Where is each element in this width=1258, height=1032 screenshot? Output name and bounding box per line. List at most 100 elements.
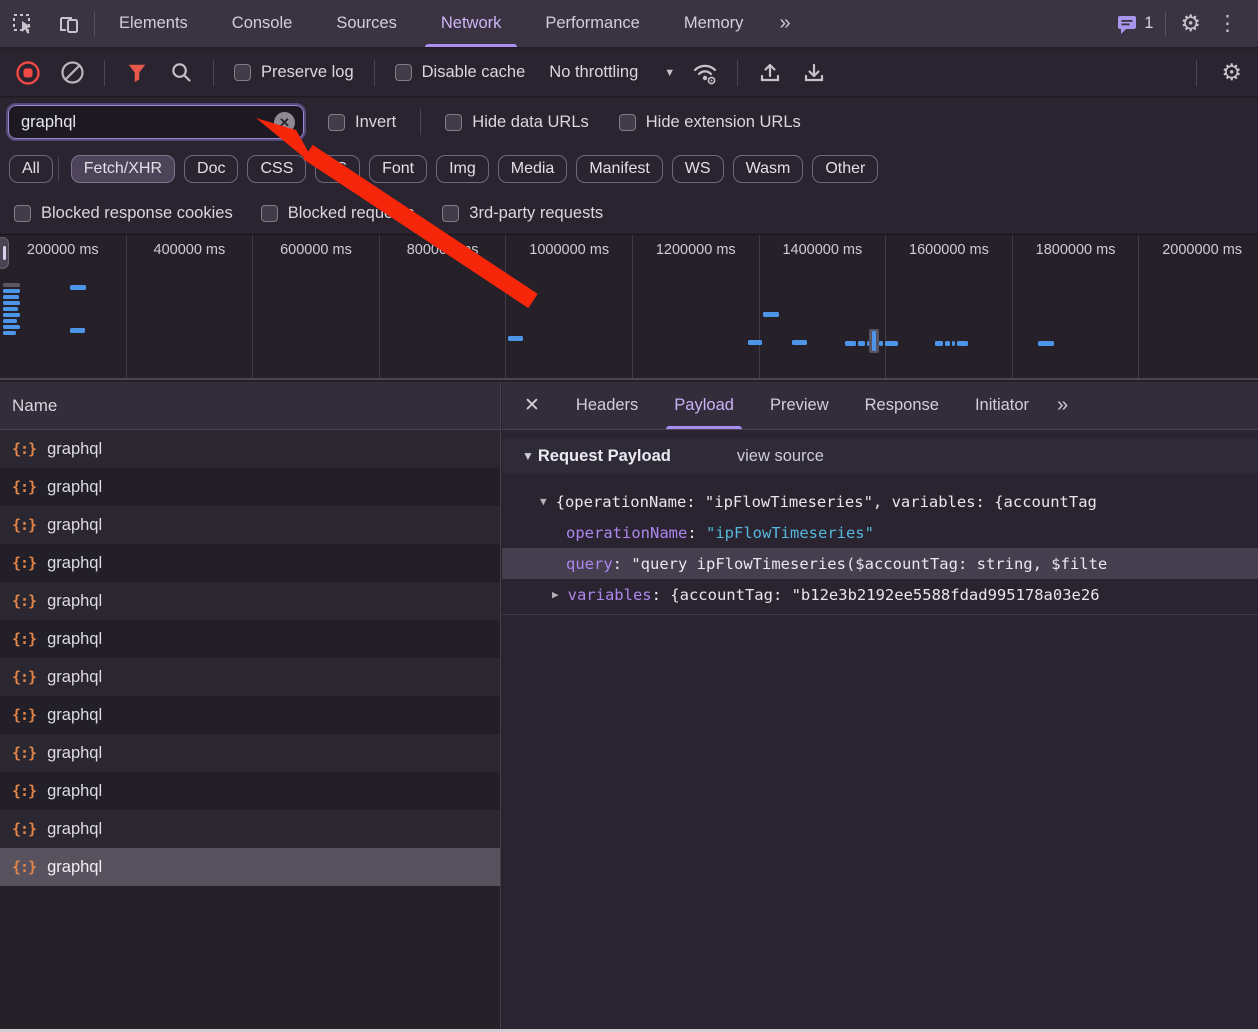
waterfall-bar	[508, 336, 523, 341]
filter-chip-ws[interactable]: WS	[672, 155, 724, 183]
import-har-icon[interactable]	[748, 61, 792, 85]
hide-data-urls-checkbox[interactable]: Hide data URLs	[445, 113, 588, 132]
checkbox[interactable]	[619, 114, 636, 131]
close-detail-icon[interactable]: ✕	[502, 382, 558, 429]
request-row[interactable]: {:}graphql	[0, 810, 500, 848]
checkbox[interactable]	[261, 205, 278, 222]
request-row[interactable]: {:}graphql	[0, 544, 500, 582]
more-detail-tabs-icon[interactable]: »	[1047, 382, 1076, 429]
checkbox[interactable]	[14, 205, 31, 222]
checkbox[interactable]	[234, 64, 251, 81]
waterfall-bar	[3, 307, 18, 311]
request-row[interactable]: {:}graphql	[0, 582, 500, 620]
request-row[interactable]: {:}graphql	[0, 772, 500, 810]
timeline-column: 2000000 ms	[1139, 235, 1258, 378]
expand-icon[interactable]: ▶	[552, 588, 559, 601]
checkbox[interactable]	[328, 114, 345, 131]
request-name: graphql	[47, 858, 102, 877]
request-type-chips: All Fetch/XHR Doc CSS JS Font Img Media Manifest…	[0, 146, 1258, 192]
filter-chip-wasm[interactable]: Wasm	[733, 155, 804, 183]
filter-chip-fetch-xhr[interactable]: Fetch/XHR	[71, 155, 175, 183]
filter-chip-font[interactable]: Font	[369, 155, 427, 183]
3rd-party-requests-checkbox[interactable]: 3rd-party requests	[442, 204, 603, 223]
waterfall-bar	[792, 340, 807, 345]
search-icon[interactable]	[159, 61, 203, 84]
filter-chip-manifest[interactable]: Manifest	[576, 155, 662, 183]
filter-chip-doc[interactable]: Doc	[184, 155, 238, 183]
divider	[1196, 60, 1197, 86]
waterfall-bar	[3, 313, 20, 317]
tab-console[interactable]: Console	[210, 0, 315, 47]
waterfall-bar	[3, 295, 19, 299]
filter-chip-js[interactable]: JS	[315, 155, 360, 183]
timeline-column: 800000 ms	[380, 235, 507, 378]
detail-tab-initiator[interactable]: Initiator	[957, 382, 1047, 429]
issues-icon[interactable]	[1116, 13, 1138, 35]
payload-line-1[interactable]: operationName: "ipFlowTimeseries"	[502, 517, 1258, 548]
detail-tab-response[interactable]: Response	[847, 382, 957, 429]
payload-line-3[interactable]: ▶variables: {accountTag: "b12e3b2192ee55…	[502, 579, 1258, 610]
filter-chip-other[interactable]: Other	[812, 155, 878, 183]
detail-tab-payload[interactable]: Payload	[656, 382, 752, 429]
network-settings-gear-icon[interactable]: ⚙	[1209, 59, 1258, 86]
preserve-log-checkbox[interactable]: Preserve log	[234, 63, 354, 82]
chevron-down-icon: ▼	[664, 67, 675, 79]
filter-icon[interactable]	[115, 62, 159, 84]
timeline-column: 1600000 ms	[886, 235, 1013, 378]
overview-left-grabber[interactable]	[0, 237, 9, 269]
request-payload-section[interactable]: ▼ Request Payload view source	[502, 438, 1258, 474]
checkbox[interactable]	[445, 114, 462, 131]
settings-gear-icon[interactable]: ⚙	[1168, 10, 1213, 37]
request-row[interactable]: {:}graphql	[0, 506, 500, 544]
kebab-menu-icon[interactable]: ⋮	[1213, 11, 1250, 36]
blocked-response-cookies-checkbox[interactable]: Blocked response cookies	[14, 204, 233, 223]
disable-cache-checkbox[interactable]: Disable cache	[395, 63, 526, 82]
tab-network[interactable]: Network	[419, 0, 524, 47]
blocked-requests-checkbox[interactable]: Blocked requests	[261, 204, 415, 223]
code-segment: "ipFlowTimeseries"	[706, 524, 874, 542]
tab-memory[interactable]: Memory	[662, 0, 766, 47]
request-row[interactable]: {:}graphql	[0, 734, 500, 772]
request-name: graphql	[47, 744, 102, 763]
request-detail-panel: ✕ HeadersPayloadPreviewResponseInitiator…	[502, 382, 1258, 1032]
payload-line-2[interactable]: query: "query ipFlowTimeseries($accountT…	[502, 548, 1258, 579]
clear-network-log-icon[interactable]	[50, 60, 94, 85]
request-row[interactable]: {:}graphql	[0, 696, 500, 734]
device-toolbar-icon[interactable]	[46, 0, 92, 47]
tab-performance[interactable]: Performance	[523, 0, 661, 47]
filter-input[interactable]	[8, 105, 304, 139]
payload-line-0[interactable]: ▼{operationName: "ipFlowTimeseries", var…	[502, 486, 1258, 517]
filter-chip-img[interactable]: Img	[436, 155, 489, 183]
more-panels-icon[interactable]: »	[765, 0, 802, 47]
detail-tab-preview[interactable]: Preview	[752, 382, 847, 429]
clear-filter-icon[interactable]: ✕	[274, 112, 295, 133]
collapse-icon[interactable]: ▼	[522, 449, 534, 463]
detail-tab-headers[interactable]: Headers	[558, 382, 656, 429]
tab-elements[interactable]: Elements	[97, 0, 210, 47]
view-source-link[interactable]: view source	[737, 447, 824, 466]
checkbox[interactable]	[395, 64, 412, 81]
waterfall-bar	[935, 341, 943, 346]
request-row[interactable]: {:}graphql	[0, 468, 500, 506]
filter-chip-css[interactable]: CSS	[247, 155, 306, 183]
checkbox[interactable]	[442, 205, 459, 222]
inspect-element-icon[interactable]	[0, 0, 46, 47]
request-row[interactable]: {:}graphql	[0, 658, 500, 696]
request-row[interactable]: {:}graphql	[0, 430, 500, 468]
export-har-icon[interactable]	[792, 61, 836, 85]
invert-checkbox[interactable]: Invert	[328, 113, 396, 132]
tab-sources[interactable]: Sources	[314, 0, 419, 47]
network-conditions-icon[interactable]	[683, 60, 727, 86]
filter-chip-media[interactable]: Media	[498, 155, 568, 183]
name-column-header[interactable]: Name	[0, 382, 500, 430]
collapse-icon[interactable]: ▼	[540, 495, 547, 508]
hide-extension-urls-checkbox[interactable]: Hide extension URLs	[619, 113, 801, 132]
throttling-select[interactable]: No throttling ▼	[549, 63, 675, 82]
request-row[interactable]: {:}graphql	[0, 620, 500, 658]
request-row[interactable]: {:}graphql	[0, 848, 500, 886]
filter-chip-all[interactable]: All	[9, 155, 53, 183]
request-name: graphql	[47, 554, 102, 573]
network-overview-timeline[interactable]: 200000 ms400000 ms600000 ms800000 ms1000…	[0, 235, 1258, 380]
code-segment: query	[566, 555, 613, 573]
record-network-log-icon[interactable]	[6, 60, 50, 86]
